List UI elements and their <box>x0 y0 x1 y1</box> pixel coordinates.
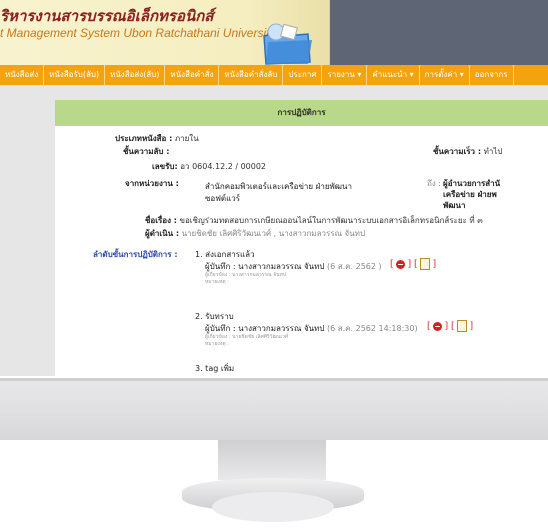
monitor-chin <box>0 378 548 440</box>
steps-label: ลำดับขั้นการปฏิบัติการ : <box>93 248 178 261</box>
actor-value: นายชิดชัย เลิศศิริวัฒนเวศ์ , นางสาวกมลวร… <box>181 229 366 238</box>
step-1-time: (6 ส.ค. 2562 ) <box>327 262 382 271</box>
secret-label: ชั้นความลับ : <box>123 147 170 156</box>
steps-label-text: ลำดับขั้นการปฏิบัติการ : <box>93 250 178 259</box>
doc-type-value: ภายใน <box>174 134 199 143</box>
subject-row: ชื่อเรื่อง : ขอเชิญร่วมทดสอบการเกษียณออน… <box>145 214 483 227</box>
nav-item-settings[interactable]: การตั้งค่า ▾ <box>420 65 470 85</box>
step-2-recorder: ผู้บันทึก : นางสาวกมลวรรณ จันทป <box>205 324 325 333</box>
actor-label: ผู้ดำเนิน : <box>145 229 180 238</box>
doc-type-row: ประเภทหนังสือ : ภายใน <box>115 132 199 145</box>
monitor-neck <box>218 440 326 480</box>
number-row: เลขรับ: อว 0604.12.2 / 00002 <box>152 160 266 173</box>
header-dark-area <box>330 0 548 65</box>
number-value: อว 0604.12.2 / 00002 <box>180 162 267 171</box>
nav-item-announcements[interactable]: ประกาศ <box>283 65 323 85</box>
nav-item-outgoing[interactable]: หนังสือส่ง <box>0 65 45 85</box>
step-2-actions: [ ] [ ] <box>427 320 474 332</box>
to-label-text: ถึง : <box>427 179 441 188</box>
site-title-english: t Management System Ubon Ratchathani Uni… <box>0 26 276 40</box>
main-nav: หนังสือส่ง หนังสือรับ(ลับ) หนังสือส่ง(ลั… <box>0 65 548 85</box>
doc-type-label: ประเภทหนังสือ : <box>115 134 173 143</box>
folder-icon <box>263 23 312 65</box>
nav-item-logout[interactable]: ออกจากร <box>470 65 514 85</box>
site-header: ริหารงานสารบรรณอิเล็กทรอนิกส์ t Manageme… <box>0 0 548 65</box>
urgency-value: ทำไป <box>483 147 503 156</box>
screen: ริหารงานสารบรรณอิเล็กทรอนิกส์ t Manageme… <box>0 0 548 376</box>
subject-label: ชื่อเรื่อง : <box>145 216 177 225</box>
nav-item-secret-orders[interactable]: หนังสือคำสั่งลับ <box>219 65 284 85</box>
to-label: ถึง : <box>427 177 441 190</box>
urgency-label: ชั้นความเร็ว : <box>433 147 482 156</box>
nav-item-reports[interactable]: รายงาน ▾ <box>322 65 368 85</box>
delete-icon[interactable] <box>433 321 443 331</box>
edit-document-icon[interactable] <box>420 258 431 270</box>
step-1-actions: [ ] [ ] <box>390 258 437 270</box>
urgency-row: ชั้นความเร็ว : ทำไป <box>433 145 502 158</box>
to-value-3: พัฒนา <box>443 201 466 210</box>
step-3-title: 3. tag เพิ่ม <box>195 364 235 373</box>
from-value-2: ซอฟต์แวร์ <box>205 194 241 203</box>
actor-row: ผู้ดำเนิน : นายชิดชัย เลิศศิริวัฒนเวศ์ ,… <box>145 227 365 240</box>
site-title-thai: ริหารงานสารบรรณอิเล็กทรอนิกส์ <box>0 7 214 25</box>
number-label: เลขรับ: <box>152 162 178 171</box>
nav-item-outgoing-secret[interactable]: หนังสือส่ง(ลับ) <box>105 65 166 85</box>
monitor-base-highlight <box>212 492 334 522</box>
from-label: จากหน่วยงาน : <box>125 179 179 188</box>
web-page: ริหารงานสารบรรณอิเล็กทรอนิกส์ t Manageme… <box>0 0 548 376</box>
step-2-note: หมายเหตุ : <box>205 341 229 347</box>
edit-document-icon[interactable] <box>457 320 468 332</box>
nav-item-orders[interactable]: หนังสือคำสั่ง <box>165 65 220 85</box>
step-1-note: หมายเหตุ : <box>205 279 229 285</box>
delete-icon[interactable] <box>396 259 406 269</box>
step-1-recorder: ผู้บันทึก : นางสาวกมลวรรณ จันทป <box>205 262 325 271</box>
from-label-row: จากหน่วยงาน : <box>125 177 179 190</box>
monitor: ริหารงานสารบรรณอิเล็กทรอนิกส์ t Manageme… <box>0 0 548 440</box>
panel-title: การปฏิบัติการ <box>55 100 548 126</box>
secret-row: ชั้นความลับ : <box>123 145 169 158</box>
subject-value: ขอเชิญร่วมทดสอบการเกษียณออนไลน์ในการพัฒน… <box>179 216 483 225</box>
step-2-time: (6 ส.ค. 2562 14:18:30) <box>327 324 418 333</box>
operation-panel: การปฏิบัติการ ประเภทหนังสือ : ภายใน ชั้น… <box>55 100 548 376</box>
nav-item-guide[interactable]: คำแนะนำ ▾ <box>367 65 420 85</box>
nav-item-incoming-secret[interactable]: หนังสือรับ(ลับ) <box>44 65 106 85</box>
